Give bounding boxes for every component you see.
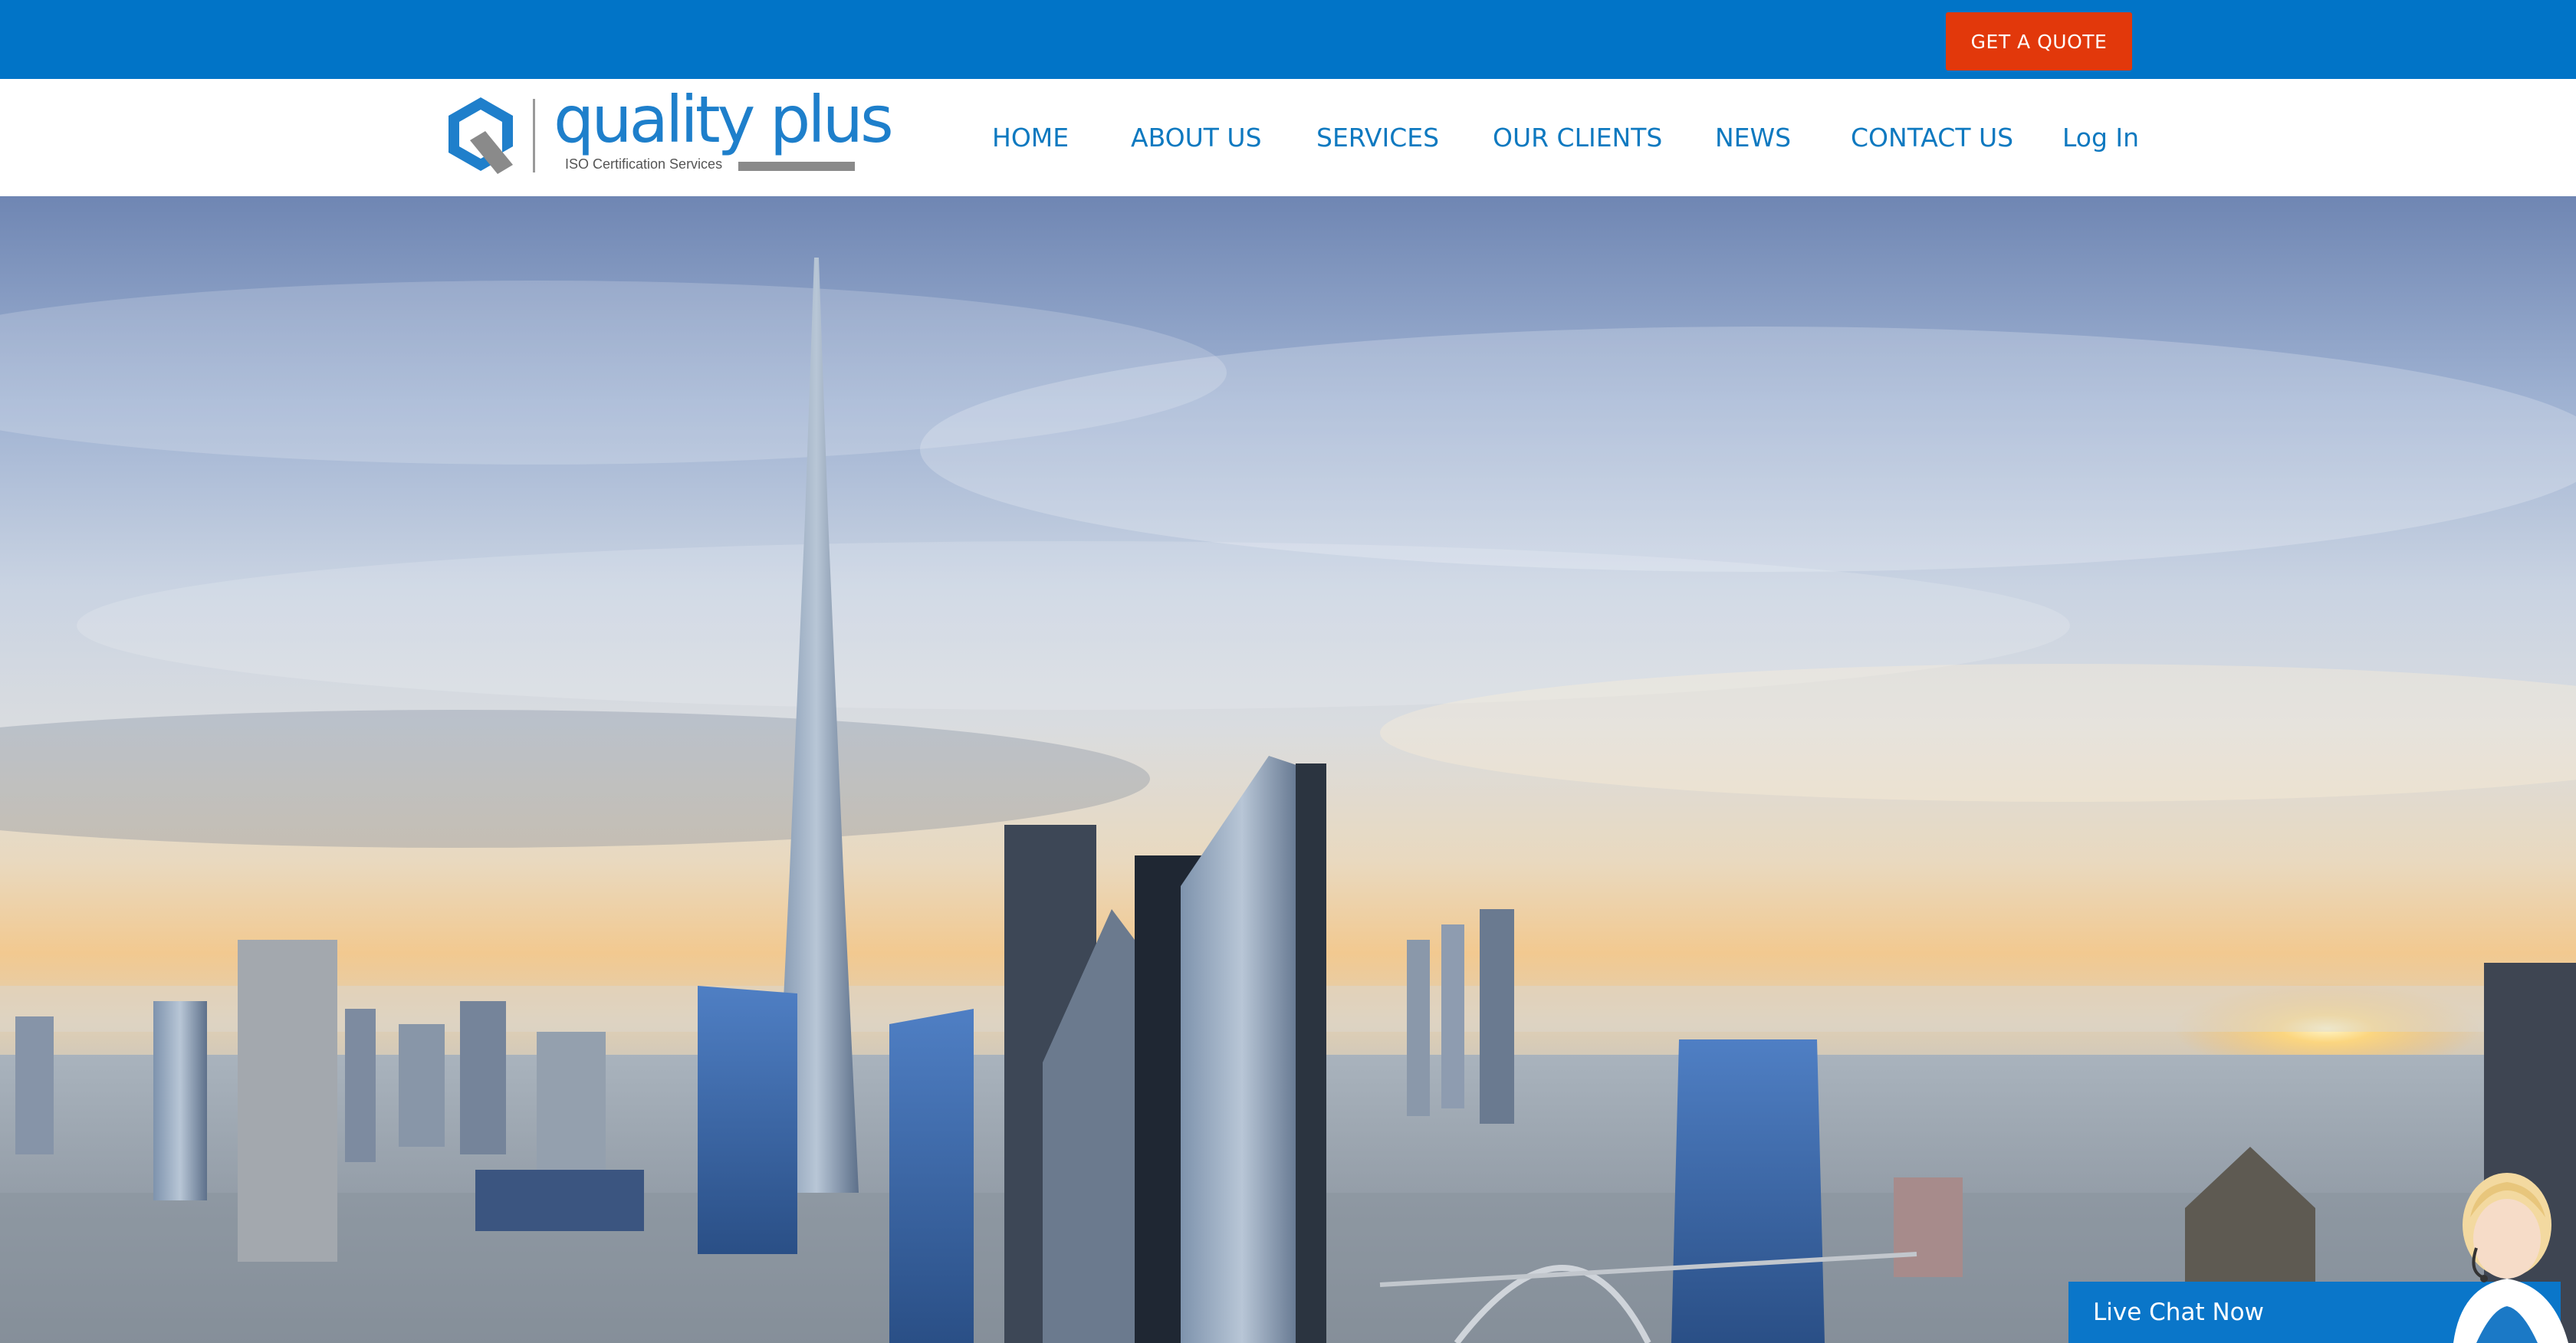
city-skyline-image bbox=[0, 258, 2576, 1343]
get-a-quote-button[interactable]: GET A QUOTE bbox=[1946, 12, 2132, 71]
site-header: quality plus ISO Certification Services … bbox=[0, 79, 2576, 196]
main-nav: HOME ABOUT US SERVICES OUR CLIENTS NEWS … bbox=[0, 79, 2576, 196]
live-chat-label: Live Chat Now bbox=[2093, 1299, 2264, 1326]
support-agent-avatar[interactable] bbox=[2423, 1156, 2576, 1343]
nav-about-us[interactable]: ABOUT US bbox=[1131, 117, 1262, 159]
top-bar: GET A QUOTE bbox=[0, 0, 2576, 79]
nav-our-clients[interactable]: OUR CLIENTS bbox=[1493, 117, 1662, 159]
nav-contact-us[interactable]: CONTACT US bbox=[1851, 117, 2013, 159]
nav-log-in[interactable]: Log In bbox=[2062, 117, 2139, 159]
hero-banner bbox=[0, 196, 2576, 1343]
nav-news[interactable]: NEWS bbox=[1715, 117, 1791, 159]
nav-services[interactable]: SERVICES bbox=[1316, 117, 1439, 159]
nav-home[interactable]: HOME bbox=[992, 117, 1069, 159]
